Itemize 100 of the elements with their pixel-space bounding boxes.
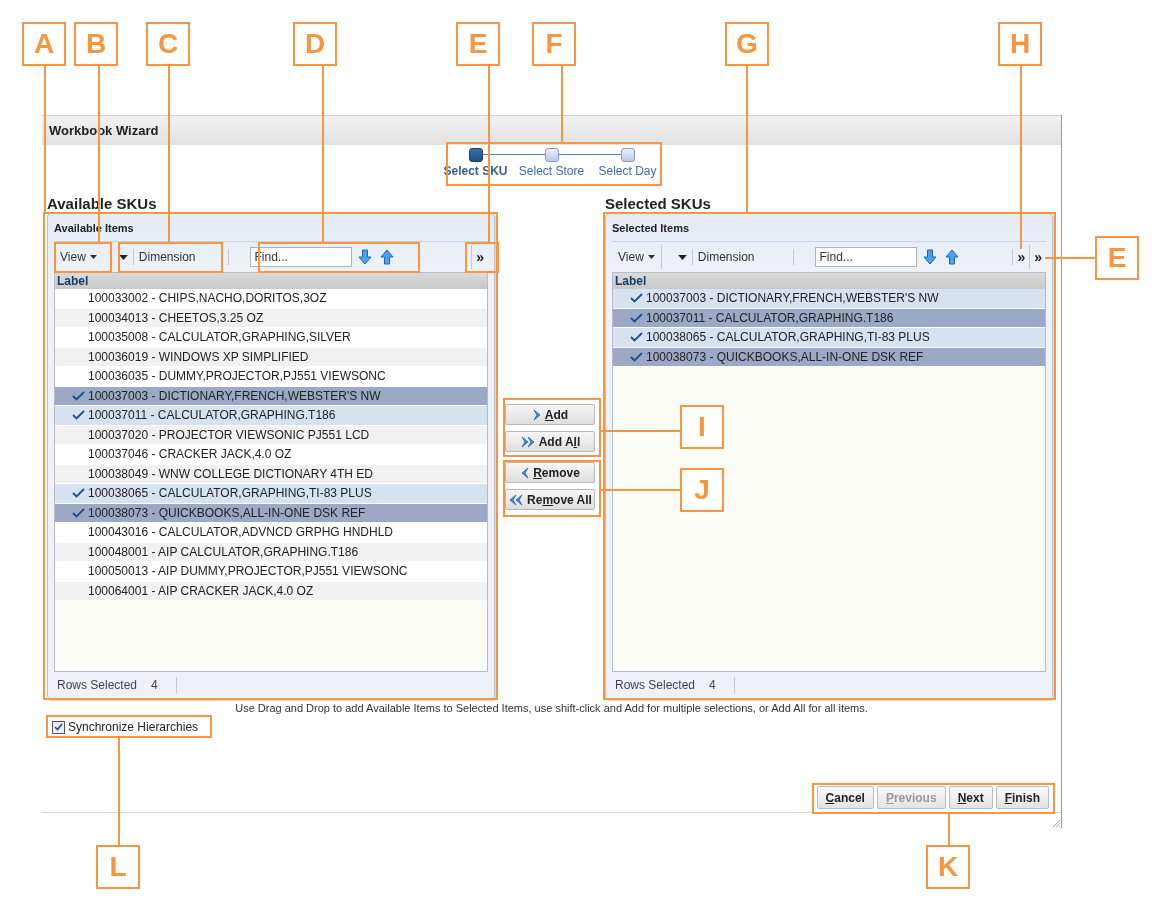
callout-label: F	[532, 22, 576, 66]
find-previous-button[interactable]	[942, 247, 961, 267]
list-row[interactable]: 100043016 - CALCULATOR,ADVNCD GRPHG HNDHLD	[55, 523, 487, 543]
view-menu[interactable]: View	[612, 245, 662, 269]
resize-grip-icon[interactable]	[1051, 818, 1061, 828]
list-row[interactable]: 100035008 - CALCULATOR,GRAPHING,SILVER	[55, 328, 487, 348]
step-node[interactable]	[544, 148, 559, 162]
up-arrow-icon	[379, 249, 394, 265]
callout-label: G	[725, 22, 769, 66]
wizard-button[interactable]: Next	[948, 786, 993, 809]
overflow-button[interactable]: »	[471, 245, 488, 269]
down-arrow-icon	[357, 249, 372, 265]
step-node[interactable]	[620, 148, 635, 162]
dimension-menu[interactable]: Dimension	[114, 245, 200, 269]
checkmark-icon	[54, 723, 63, 731]
row-label: 100038065 - CALCULATOR,GRAPHING,TI-83 PLUS	[646, 330, 930, 345]
overflow-button[interactable]: »	[1013, 245, 1030, 269]
wizard-button[interactable]: Finish	[995, 786, 1049, 809]
callout-label: L	[96, 845, 140, 889]
row-label: 100037020 - PROJECTOR VIEWSONIC PJ551 LCD	[88, 427, 370, 442]
checkmark-icon	[630, 312, 643, 323]
checkmark-icon	[72, 390, 85, 401]
row-label: 100050013 - AIP DUMMY,PROJECTOR,PJ551 VIEWSONC	[88, 564, 408, 579]
caret-icon	[647, 255, 655, 259]
list-row[interactable]: 100048001 - AIP CALCULATOR,GRAPHING.T186	[55, 542, 487, 562]
step-label[interactable]: Select Store	[518, 164, 585, 178]
row-label: 100037011 - CALCULATOR,GRAPHING.T186	[646, 310, 894, 325]
list-row[interactable]: 100038049 - WNW COLLEGE DICTIONARY 4TH ED	[55, 464, 487, 484]
list-row[interactable]: 100064001 - AIP CRACKER JACK,4.0 OZ	[55, 581, 487, 601]
view-menu[interactable]: View	[54, 245, 103, 269]
list-row[interactable]: 100038065 - CALCULATOR,GRAPHING,TI-83 PLUS	[55, 484, 487, 504]
checkbox[interactable]	[52, 720, 65, 734]
double-right-chevron-icon	[519, 434, 536, 449]
wizard-button[interactable]: Cancel	[816, 786, 874, 809]
list-row[interactable]: 100037011 - CALCULATOR,GRAPHING.T186	[613, 308, 1045, 328]
row-label: 100034013 - CHEETOS,3.25 OZ	[88, 310, 264, 325]
callout-label: I	[680, 405, 724, 449]
list-row[interactable]: 100038065 - CALCULATOR,GRAPHING,TI-83 PLUS	[613, 328, 1045, 348]
list-row[interactable]: 100050013 - AIP DUMMY,PROJECTOR,PJ551 VIEWSONC	[55, 562, 487, 582]
rows-selected-count: 4	[709, 678, 716, 692]
callout-label: C	[146, 22, 190, 66]
step-node[interactable]	[468, 148, 483, 162]
list-row[interactable]: 100037020 - PROJECTOR VIEWSONIC PJ551 LCD	[55, 425, 487, 445]
find-previous-button[interactable]	[377, 247, 396, 267]
row-label: 100043016 - CALCULATOR,ADVNCD GRPHG HNDHLD	[88, 525, 393, 540]
callout-label: E	[456, 22, 500, 66]
right-chevron-icon	[531, 407, 542, 422]
leader-line	[1045, 257, 1095, 259]
panel-header: Selected Items	[612, 220, 690, 236]
list-row[interactable]: 100033002 - CHIPS,NACHO,DORITOS,3OZ	[55, 289, 487, 309]
row-label: 100037011 - CALCULATOR,GRAPHING.T186	[88, 408, 336, 423]
checkmark-icon	[630, 293, 643, 304]
left-chevron-icon	[520, 465, 531, 480]
list-row[interactable]: 100036035 - DUMMY,PROJECTOR,PJ551 VIEWSONC	[55, 367, 487, 387]
find-next-button[interactable]	[920, 247, 939, 267]
remove-all-button[interactable]: Remove All	[505, 489, 595, 510]
add-button[interactable]: Add	[505, 404, 595, 425]
callout-label: E	[1095, 236, 1139, 280]
callout-label: H	[998, 22, 1042, 66]
list-row[interactable]: 100037046 - CRACKER JACK,4.0 OZ	[55, 445, 487, 465]
row-label: 100037003 - DICTIONARY,FRENCH,WEBSTER'S NW	[88, 388, 381, 403]
row-label: 100038073 - QUICKBOOKS,ALL-IN-ONE DSK REF	[88, 505, 366, 520]
footer-label: Rows Selected	[615, 678, 696, 692]
row-label: 100035008 - CALCULATOR,GRAPHING,SILVER	[88, 330, 351, 345]
callout-label: B	[74, 22, 118, 66]
down-arrow-icon	[922, 249, 937, 265]
list-row[interactable]: 100037011 - CALCULATOR,GRAPHING.T186	[55, 406, 487, 426]
row-label: 100048001 - AIP CALCULATOR,GRAPHING.T186	[88, 544, 359, 559]
list-row[interactable]: 100038073 - QUICKBOOKS,ALL-IN-ONE DSK REF	[55, 503, 487, 523]
row-label: 100036035 - DUMMY,PROJECTOR,PJ551 VIEWSONC	[88, 369, 386, 384]
synchronize-checkbox[interactable]: Synchronize Hierarchies	[52, 718, 199, 736]
checkmark-icon	[630, 351, 643, 362]
list-row[interactable]: 100037003 - DICTIONARY,FRENCH,WEBSTER'S NW	[55, 386, 487, 406]
checkmark-icon	[72, 488, 85, 499]
find-field[interactable]: Find...	[814, 247, 917, 267]
list-row[interactable]: 100034013 - CHEETOS,3.25 OZ	[55, 308, 487, 328]
up-arrow-icon	[944, 249, 959, 265]
callout-label: D	[293, 22, 337, 66]
leader-line	[948, 814, 950, 845]
list-row[interactable]: 100038073 - QUICKBOOKS,ALL-IN-ONE DSK REF	[613, 347, 1045, 367]
find-next-button[interactable]	[355, 247, 374, 267]
step-label[interactable]: Select Day	[598, 164, 657, 178]
checkmark-icon	[72, 410, 85, 421]
row-label: 100037003 - DICTIONARY,FRENCH,WEBSTER'S NW	[646, 291, 939, 306]
row-label: 100037046 - CRACKER JACK,4.0 OZ	[88, 447, 292, 462]
checkmark-icon	[72, 507, 85, 518]
row-label: 100036019 - WINDOWS XP SIMPLIFIED	[88, 349, 309, 364]
row-label: 100038073 - QUICKBOOKS,ALL-IN-ONE DSK REF	[646, 349, 924, 364]
footer-label: Rows Selected	[57, 678, 138, 692]
callout-label: A	[22, 22, 66, 66]
list-row[interactable]: 100037003 - DICTIONARY,FRENCH,WEBSTER'S NW	[613, 289, 1045, 309]
hint-text: Use Drag and Drop to add Available Items to Selected Items, use shift-click and Add for multiple selections, or Add All for all items.	[235, 702, 868, 716]
add-all-button[interactable]: Add All	[505, 431, 595, 452]
dimension-menu[interactable]: Dimension	[673, 245, 759, 269]
list-row[interactable]: 100036019 - WINDOWS XP SIMPLIFIED	[55, 347, 487, 367]
callout-label: K	[926, 845, 970, 889]
row-label: 100064001 - AIP CRACKER JACK,4.0 OZ	[88, 583, 314, 598]
row-label: 100038049 - WNW COLLEGE DICTIONARY 4TH ED	[88, 466, 373, 481]
checkmark-icon	[630, 332, 643, 343]
remove-button[interactable]: Remove	[505, 462, 595, 483]
